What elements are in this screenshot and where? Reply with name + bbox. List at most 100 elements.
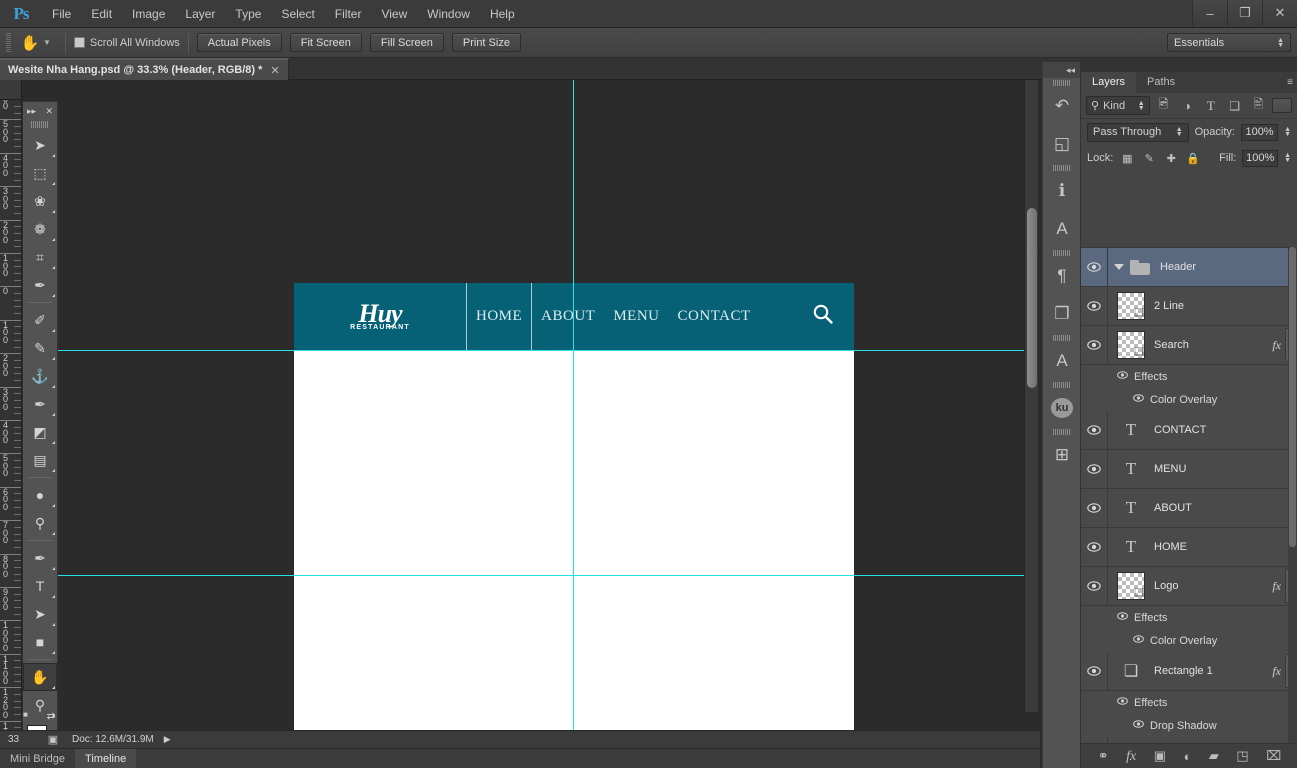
layer-effect-row[interactable]: Color Overlay: [1081, 629, 1297, 652]
shape-layer-filter-icon[interactable]: ❏: [1225, 96, 1245, 116]
hand-tool[interactable]: ✋: [23, 663, 57, 691]
canvas-vertical-scrollbar[interactable]: [1024, 80, 1038, 712]
blur-tool[interactable]: ●: [23, 481, 57, 509]
expand-panels-icon[interactable]: ◂◂: [1043, 62, 1080, 78]
dodge-tool[interactable]: ⚲: [23, 509, 57, 537]
tab-layers[interactable]: Layers: [1081, 72, 1137, 93]
vertical-ruler[interactable]: 6005004003002001000100200300400500600700…: [0, 100, 22, 732]
guide-vertical[interactable]: [573, 80, 574, 732]
menu-item-help[interactable]: Help: [480, 0, 525, 28]
link-layers-icon[interactable]: ⚭: [1098, 748, 1109, 764]
checkbox-box[interactable]: [73, 37, 85, 48]
tools-panel-grip[interactable]: [31, 121, 49, 128]
actual-pixels-button[interactable]: Actual Pixels: [196, 33, 282, 52]
rectangular-marquee-tool[interactable]: ⬚: [23, 159, 57, 187]
fill-stepper-icon[interactable]: ▲ ▼: [1284, 152, 1291, 164]
dock-group-grip[interactable]: [1053, 382, 1070, 388]
opacity-stepper-icon[interactable]: ▲ ▼: [1284, 126, 1291, 138]
lasso-tool[interactable]: ❀: [23, 187, 57, 215]
history-brush-tool[interactable]: ✒: [23, 390, 57, 418]
lock-transparent-pixels-icon[interactable]: ▦: [1119, 150, 1135, 167]
menu-item-layer[interactable]: Layer: [175, 0, 225, 28]
layer-effect-row[interactable]: Effects: [1081, 365, 1297, 388]
default-colors-icon[interactable]: ■: [23, 710, 28, 719]
layer-visibility-eye-icon[interactable]: [1081, 567, 1108, 605]
guide-horizontal-bottom[interactable]: [58, 575, 1038, 576]
bottom-tab-mini-bridge[interactable]: Mini Bridge: [0, 749, 75, 768]
history-icon[interactable]: ↶: [1043, 87, 1081, 125]
effect-visibility-eye-icon[interactable]: [1117, 371, 1128, 382]
scrollbar-thumb[interactable]: [1027, 208, 1037, 388]
workspace-selector[interactable]: Essentials ▲ ▼: [1167, 33, 1291, 52]
crop-tool[interactable]: ⌗: [23, 243, 57, 271]
lock-all-icon[interactable]: 🔒: [1185, 150, 1201, 167]
canvas-area[interactable]: Huy RESTAURANT HOME ABOUT MENU CONTACT: [58, 80, 1038, 732]
swap-colors-icon[interactable]: ⇄: [47, 711, 55, 722]
effect-visibility-eye-icon[interactable]: [1117, 697, 1128, 708]
effect-visibility-eye-icon[interactable]: [1133, 394, 1144, 405]
search-icon[interactable]: [812, 303, 834, 330]
nav-link-home[interactable]: HOME: [467, 308, 531, 325]
pen-tool[interactable]: ✒: [23, 544, 57, 572]
add-layer-mask-icon[interactable]: ▣: [1154, 748, 1166, 764]
dock-group-grip[interactable]: [1053, 335, 1070, 341]
close-button[interactable]: ✕: [1262, 0, 1297, 26]
layer-effect-row[interactable]: Drop Shadow: [1081, 714, 1297, 737]
eyedropper-tool[interactable]: ✒: [23, 271, 57, 299]
menu-item-image[interactable]: Image: [122, 0, 175, 28]
tab-paths[interactable]: Paths: [1136, 72, 1186, 93]
dock-group-grip[interactable]: [1053, 165, 1070, 171]
layer-visibility-eye-icon[interactable]: [1081, 489, 1108, 527]
layer-effects-fx-icon[interactable]: fx: [1272, 579, 1281, 594]
layer-effects-fx-icon[interactable]: fx: [1272, 338, 1281, 353]
clone-stamp-tool[interactable]: ⚓: [23, 362, 57, 390]
layer-list[interactable]: Header ❏ 2 Line ❏ Search fx Effects Color Overl…: [1081, 247, 1297, 768]
menu-item-select[interactable]: Select: [271, 0, 324, 28]
layer-row[interactable]: T CONTACT: [1081, 411, 1297, 450]
layer-visibility-eye-icon[interactable]: [1081, 326, 1108, 364]
gradient-tool[interactable]: ▤: [23, 446, 57, 474]
horizontal-type-tool[interactable]: T: [23, 572, 57, 600]
adjustments-icon[interactable]: ◱: [1043, 125, 1081, 163]
filter-kind-select[interactable]: ⚲ Kind ▲ ▼: [1086, 96, 1150, 115]
effect-visibility-eye-icon[interactable]: [1117, 612, 1128, 623]
layer-row[interactable]: ❏ Logo fx: [1081, 567, 1297, 606]
nav-link-menu[interactable]: MENU: [604, 308, 668, 325]
layer-row[interactable]: ❏ Rectangle 1 fx: [1081, 652, 1297, 691]
fill-screen-button[interactable]: Fill Screen: [369, 33, 444, 52]
effect-visibility-eye-icon[interactable]: [1133, 635, 1144, 646]
status-menu-arrow[interactable]: ▶: [164, 734, 171, 745]
layer-visibility-eye-icon[interactable]: [1081, 411, 1108, 449]
scroll-all-windows-checkbox[interactable]: Scroll All Windows: [73, 37, 180, 49]
type-layer-filter-icon[interactable]: T: [1201, 96, 1221, 116]
opacity-value[interactable]: 100%: [1240, 123, 1279, 141]
bottom-tab-timeline[interactable]: Timeline: [75, 748, 137, 768]
layers-scrollbar[interactable]: [1288, 247, 1297, 768]
nav-link-contact[interactable]: CONTACT: [669, 308, 760, 325]
layer-row[interactable]: T ABOUT: [1081, 489, 1297, 528]
dock-group-grip[interactable]: [1053, 250, 1070, 256]
lock-position-icon[interactable]: ✚: [1163, 150, 1179, 167]
fit-screen-button[interactable]: Fit Screen: [289, 33, 362, 52]
move-tool[interactable]: ➤: [23, 131, 57, 159]
new-adjustment-layer-icon[interactable]: ◐: [1184, 749, 1192, 764]
nav-link-about[interactable]: ABOUT: [532, 308, 604, 325]
panel-menu-icon[interactable]: ≡: [1287, 77, 1293, 88]
chevron-down-icon[interactable]: [1114, 264, 1124, 270]
layer-visibility-eye-icon[interactable]: [1081, 652, 1108, 690]
options-bar-grip[interactable]: [6, 32, 11, 53]
blend-mode-select[interactable]: Pass Through ▲ ▼: [1087, 122, 1189, 142]
dock-group-grip[interactable]: [1053, 80, 1070, 86]
menu-item-window[interactable]: Window: [417, 0, 480, 28]
quick-selection-tool[interactable]: ❁: [23, 215, 57, 243]
menu-item-edit[interactable]: Edit: [81, 0, 122, 28]
layer-effect-row[interactable]: Effects: [1081, 691, 1297, 714]
layer-visibility-eye-icon[interactable]: [1081, 248, 1108, 286]
restore-button[interactable]: ❐: [1227, 0, 1262, 26]
scrollbar-thumb[interactable]: [1289, 247, 1296, 547]
kuler-icon[interactable]: ku: [1043, 389, 1081, 427]
fill-value[interactable]: 100%: [1242, 149, 1279, 167]
dock-group-grip[interactable]: [1053, 429, 1070, 435]
layer-row[interactable]: Header: [1081, 248, 1297, 287]
character-styles-icon[interactable]: A: [1043, 342, 1081, 380]
